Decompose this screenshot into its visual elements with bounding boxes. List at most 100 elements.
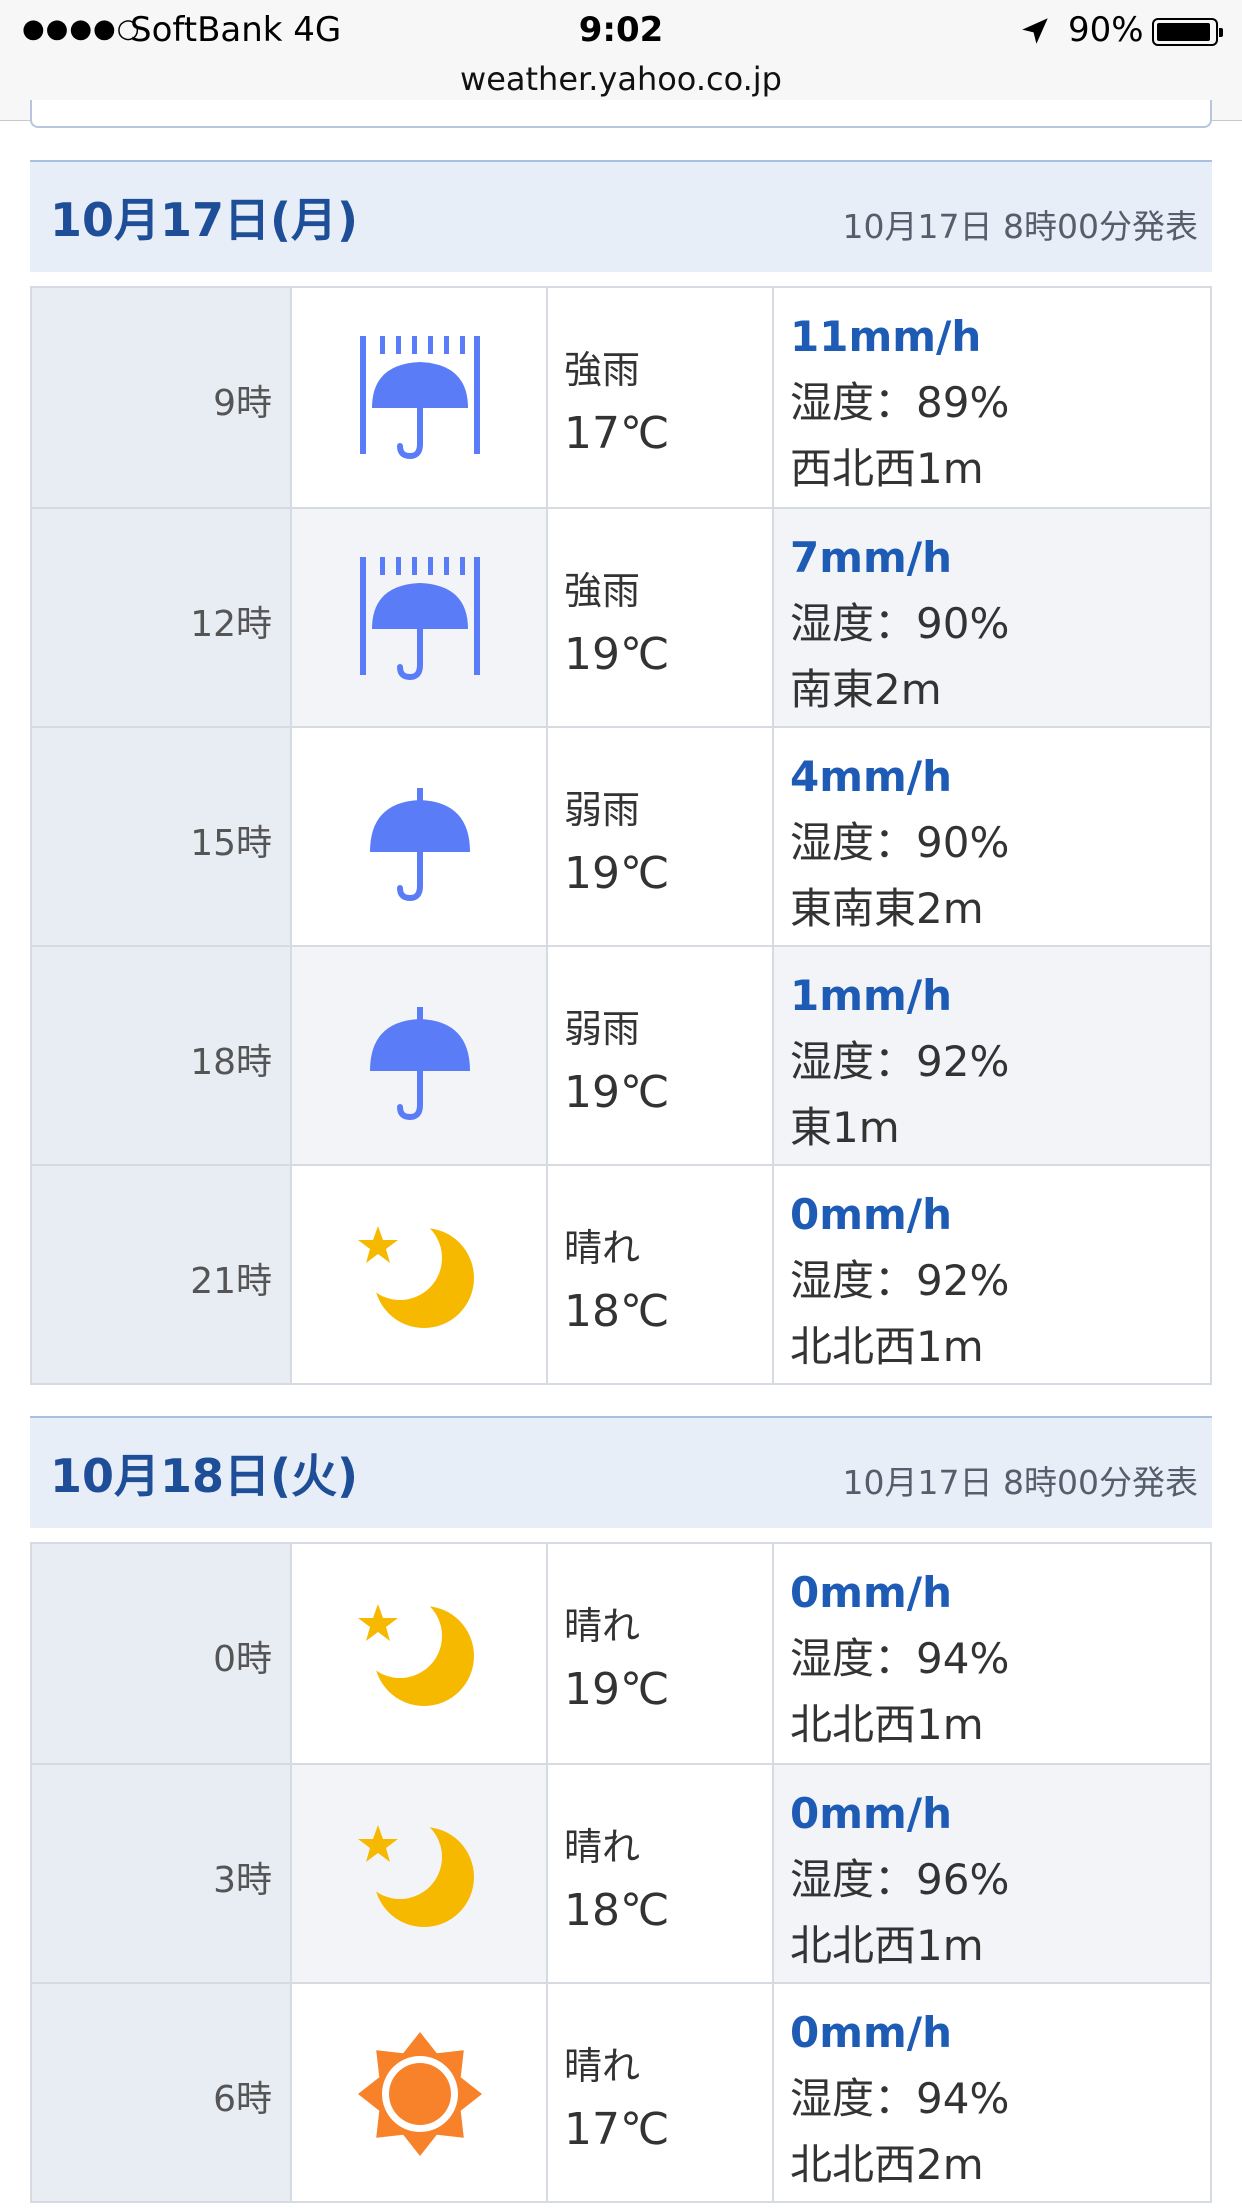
forecast-row: 18時 弱雨 19℃ 1mm/h 湿度：92% 東1m — [32, 945, 1210, 1164]
forecast-row: 9時 強雨 17℃ 11mm/h 湿度：89% 西北西1m — [32, 288, 1210, 507]
weather-condition: 弱雨 — [564, 788, 641, 832]
weather-condition: 弱雨 — [564, 1007, 641, 1051]
humidity: 湿度：90% — [790, 818, 1010, 867]
precipitation: 0mm/h — [790, 1568, 952, 1617]
humidity: 湿度：90% — [790, 599, 1010, 648]
humidity: 湿度：92% — [790, 1256, 1010, 1305]
previous-section-bottom — [30, 100, 1212, 128]
weather-cell: 晴れ 17℃ — [548, 1984, 774, 2201]
temperature: 19℃ — [564, 629, 670, 680]
weather-condition: 晴れ — [564, 1226, 641, 1270]
icon-cell — [292, 947, 548, 1164]
humidity: 湿度：96% — [790, 1855, 1010, 1904]
temperature: 17℃ — [564, 2104, 670, 2155]
humidity: 湿度：92% — [790, 1037, 1010, 1086]
forecast-row: 21時 晴れ 18℃ 0mm/h 湿度：92% 北北西1m — [32, 1164, 1210, 1383]
weather-condition: 強雨 — [564, 569, 641, 613]
precipitation: 4mm/h — [790, 752, 952, 801]
temperature: 19℃ — [564, 1067, 670, 1118]
temperature: 18℃ — [564, 1286, 670, 1337]
time-cell: 18時 — [32, 947, 292, 1164]
precipitation: 11mm/h — [790, 312, 982, 361]
time-cell: 15時 — [32, 728, 292, 945]
clock: 9:02 — [578, 10, 664, 50]
time-label: 21時 — [190, 1261, 272, 1302]
issued-time: 10月17日 8時00分発表 — [842, 207, 1198, 246]
humidity: 湿度：89% — [790, 378, 1010, 427]
day-title: 10月18日(火) — [50, 1449, 359, 1503]
hourly-forecast-table: 9時 強雨 17℃ 11mm/h 湿度：89% 西北西1m 12時 強雨 19℃ 7mm/h 湿度：… — [30, 286, 1212, 1385]
weather-condition: 晴れ — [564, 1825, 641, 1869]
time-cell: 6時 — [32, 1984, 292, 2201]
weather-cell: 晴れ 18℃ — [548, 1765, 774, 1982]
day-header: 10月18日(火) 10月17日 8時00分発表 — [30, 1416, 1212, 1528]
wind: 北北西1m — [790, 1322, 984, 1371]
icon-cell — [292, 288, 548, 507]
status-row: ●●●●○ SoftBank 4G 9:02 90% — [0, 6, 1242, 56]
detail-cell: 11mm/h 湿度：89% 西北西1m — [774, 288, 1210, 507]
humidity: 湿度：94% — [790, 1634, 1010, 1683]
detail-cell: 0mm/h 湿度：96% 北北西1m — [774, 1765, 1210, 1982]
detail-cell: 0mm/h 湿度：94% 北北西1m — [774, 1544, 1210, 1763]
temperature: 19℃ — [564, 848, 670, 899]
day-title: 10月17日(月) — [50, 193, 359, 247]
weather-condition: 晴れ — [564, 2044, 641, 2088]
wind: 東1m — [790, 1103, 900, 1152]
heavy-rain-icon — [356, 555, 484, 683]
hourly-forecast-table: 0時 晴れ 19℃ 0mm/h 湿度：94% 北北西1m 3時 晴れ 18℃ 0mm/h 湿度：96… — [30, 1542, 1212, 2203]
humidity: 湿度：94% — [790, 2074, 1010, 2123]
battery-percentage: 90% — [1068, 10, 1144, 50]
precipitation: 0mm/h — [790, 2008, 952, 2057]
wind: 西北西1m — [790, 444, 984, 493]
time-label: 15時 — [190, 823, 272, 864]
wind: 南東2m — [790, 665, 942, 714]
temperature: 17℃ — [564, 408, 670, 459]
icon-cell — [292, 1765, 548, 1982]
time-cell: 21時 — [32, 1166, 292, 1383]
detail-cell: 4mm/h 湿度：90% 東南東2m — [774, 728, 1210, 945]
time-cell: 12時 — [32, 509, 292, 726]
forecast-row: 0時 晴れ 19℃ 0mm/h 湿度：94% 北北西1m — [32, 1544, 1210, 1763]
weather-cell: 強雨 19℃ — [548, 509, 774, 726]
forecast-row: 12時 強雨 19℃ 7mm/h 湿度：90% 南東2m — [32, 507, 1210, 726]
time-label: 3時 — [213, 1860, 272, 1901]
light-rain-icon — [356, 993, 484, 1121]
icon-cell — [292, 728, 548, 945]
weather-cell: 晴れ 18℃ — [548, 1166, 774, 1383]
weather-condition: 晴れ — [564, 1604, 641, 1648]
issued-time: 10月17日 8時00分発表 — [842, 1463, 1198, 1502]
detail-cell: 1mm/h 湿度：92% 東1m — [774, 947, 1210, 1164]
clear-night-icon — [356, 1590, 484, 1718]
time-cell: 9時 — [32, 288, 292, 507]
url-bar[interactable]: weather.yahoo.co.jp — [0, 60, 1242, 98]
detail-cell: 0mm/h 湿度：94% 北北西2m — [774, 1984, 1210, 2201]
clear-night-icon — [356, 1212, 484, 1340]
icon-cell — [292, 1166, 548, 1383]
day-header: 10月17日(月) 10月17日 8時00分発表 — [30, 160, 1212, 272]
battery-icon — [1152, 18, 1223, 46]
forecast-row: 6時 晴れ 17℃ 0mm/h 湿度：94% 北北西2m — [32, 1982, 1210, 2201]
weather-cell: 弱雨 19℃ — [548, 947, 774, 1164]
time-label: 6時 — [213, 2079, 272, 2120]
detail-cell: 7mm/h 湿度：90% 南東2m — [774, 509, 1210, 726]
weather-cell: 弱雨 19℃ — [548, 728, 774, 945]
time-label: 18時 — [190, 1042, 272, 1083]
temperature: 18℃ — [564, 1885, 670, 1936]
time-label: 9時 — [213, 383, 272, 424]
precipitation: 0mm/h — [790, 1190, 952, 1239]
weather-cell: 強雨 17℃ — [548, 288, 774, 507]
icon-cell — [292, 1544, 548, 1763]
sunny-icon — [356, 2030, 484, 2158]
heavy-rain-icon — [356, 334, 484, 462]
wind: 北北西1m — [790, 1700, 984, 1749]
forecast-row: 15時 弱雨 19℃ 4mm/h 湿度：90% 東南東2m — [32, 726, 1210, 945]
weather-cell: 晴れ 19℃ — [548, 1544, 774, 1763]
icon-cell — [292, 509, 548, 726]
forecast-row: 3時 晴れ 18℃ 0mm/h 湿度：96% 北北西1m — [32, 1763, 1210, 1982]
time-cell: 3時 — [32, 1765, 292, 1982]
location-arrow-icon — [1022, 18, 1048, 44]
weather-condition: 強雨 — [564, 348, 641, 392]
time-cell: 0時 — [32, 1544, 292, 1763]
light-rain-icon — [356, 774, 484, 902]
precipitation: 0mm/h — [790, 1789, 952, 1838]
